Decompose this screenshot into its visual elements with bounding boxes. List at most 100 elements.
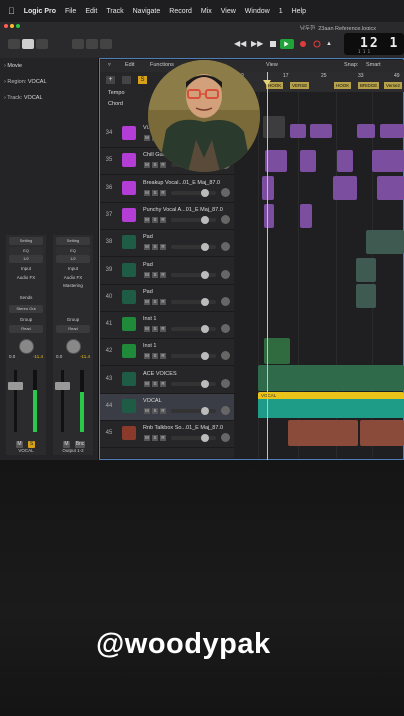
add-track-button[interactable]: +: [106, 76, 115, 84]
snap-value[interactable]: Smart: [366, 62, 381, 68]
close-window-button[interactable]: [4, 24, 8, 28]
mute-button[interactable]: M: [144, 326, 150, 333]
track-volume-slider[interactable]: [171, 379, 216, 388]
rewind-icon[interactable]: ◀◀: [234, 39, 246, 49]
track-icon[interactable]: [122, 289, 136, 304]
view-menu[interactable]: View: [266, 62, 278, 68]
inspector-track[interactable]: › Track: VOCAL: [4, 95, 43, 101]
track-header[interactable]: 37 Punchy Vocal A...01_E Maj_87.0 M S R: [100, 203, 234, 230]
track-icon[interactable]: [122, 344, 136, 359]
track-name[interactable]: Pad: [143, 262, 153, 268]
track-icon[interactable]: [122, 153, 136, 168]
audio-region[interactable]: [258, 365, 404, 391]
mute-button[interactable]: M: [144, 435, 150, 442]
audio-region[interactable]: [357, 124, 375, 138]
solo-button[interactable]: S: [28, 441, 35, 448]
marker[interactable]: Verse2: [384, 82, 403, 89]
play-icon[interactable]: [280, 39, 294, 49]
record-enable-button[interactable]: R: [160, 298, 166, 305]
mute-button[interactable]: M: [144, 162, 150, 169]
record-icon[interactable]: [297, 39, 309, 49]
filter-icon[interactable]: ▿: [108, 62, 111, 68]
record-enable-button[interactable]: R: [160, 216, 166, 223]
track-volume-slider[interactable]: [171, 215, 216, 224]
volume-knob[interactable]: [201, 297, 209, 306]
stop-icon[interactable]: [267, 39, 279, 49]
volume-knob[interactable]: [201, 270, 209, 279]
menu-logic-pro[interactable]: Logic Pro: [24, 8, 56, 15]
track-name[interactable]: ACE VOICES: [143, 371, 177, 377]
menu-1[interactable]: 1: [279, 8, 283, 15]
marker[interactable]: HOOK: [334, 82, 352, 89]
audio-fx-label[interactable]: Audio FX: [6, 275, 46, 280]
volume-fader-cap[interactable]: [8, 382, 23, 390]
midi-region[interactable]: [356, 284, 376, 308]
track-name[interactable]: Pad: [143, 234, 153, 240]
track-pan-knob[interactable]: [221, 269, 230, 279]
mute-button[interactable]: M: [144, 189, 150, 196]
audio-region[interactable]: [262, 176, 274, 200]
solo-button[interactable]: S: [152, 353, 158, 360]
inspector-movie[interactable]: › Movie: [4, 63, 22, 69]
lcd-display[interactable]: 12 1 1 1 1: [344, 33, 404, 55]
sends-label[interactable]: Sends: [6, 295, 46, 300]
mute-button[interactable]: M: [144, 244, 150, 251]
mute-button[interactable]: M: [144, 380, 150, 387]
midi-region[interactable]: [366, 230, 404, 254]
output-slot[interactable]: Stereo Out: [9, 305, 43, 313]
record-enable-button[interactable]: R: [160, 244, 166, 251]
solo-global-button[interactable]: S: [138, 76, 147, 84]
track-header[interactable]: 39 Pad M S R: [100, 258, 234, 285]
automation-mode[interactable]: Read: [56, 325, 90, 333]
metronome-icon[interactable]: ▲: [326, 39, 338, 49]
menu-navigate[interactable]: Navigate: [133, 8, 161, 15]
track-header[interactable]: 43 ACE VOICES M S R: [100, 367, 234, 394]
volume-knob[interactable]: [201, 434, 209, 443]
menu-mix[interactable]: Mix: [201, 8, 212, 15]
solo-button[interactable]: S: [152, 162, 158, 169]
track-pan-knob[interactable]: [221, 214, 230, 224]
library-icon[interactable]: [8, 39, 20, 49]
record-enable-button[interactable]: R: [160, 408, 166, 414]
track-pan-knob[interactable]: [221, 351, 230, 361]
audio-region[interactable]: [288, 420, 358, 446]
apple-icon[interactable]: : [8, 6, 15, 16]
menu-window[interactable]: Window: [245, 8, 270, 15]
track-volume-slider[interactable]: [171, 434, 216, 443]
audio-region[interactable]: [290, 124, 306, 138]
audio-region[interactable]: [300, 204, 312, 228]
playhead-handle[interactable]: [263, 80, 271, 86]
mute-button[interactable]: M: [144, 271, 150, 278]
zoom-window-button[interactable]: [16, 24, 20, 28]
solo-button[interactable]: S: [152, 326, 158, 333]
menu-file[interactable]: File: [65, 8, 76, 15]
track-icon[interactable]: [122, 317, 136, 332]
volume-knob[interactable]: [201, 325, 209, 334]
track-name[interactable]: Breakup Vocal...01_E Maj_87.0: [143, 180, 220, 186]
track-header[interactable]: 38 Pad M S R: [100, 230, 234, 258]
volume-knob[interactable]: [201, 379, 209, 388]
track-name[interactable]: Inst 1: [143, 316, 156, 322]
solo-button[interactable]: S: [152, 189, 158, 196]
track-volume-slider[interactable]: [171, 297, 216, 306]
solo-button[interactable]: S: [152, 216, 158, 223]
track-volume-slider[interactable]: [171, 325, 216, 334]
chord-track-label[interactable]: Chord: [108, 101, 123, 107]
mute-button[interactable]: M: [63, 441, 70, 448]
pan-knob[interactable]: [19, 339, 34, 354]
record-enable-button[interactable]: R: [160, 189, 166, 196]
solo-button[interactable]: S: [152, 380, 158, 387]
inspector-icon[interactable]: [22, 39, 34, 49]
menu-edit[interactable]: Edit: [85, 8, 97, 15]
track-pan-knob[interactable]: [221, 378, 230, 388]
audio-region[interactable]: [333, 176, 357, 200]
track-volume-slider[interactable]: [171, 407, 216, 415]
record-enable-button[interactable]: R: [160, 353, 166, 360]
volume-knob[interactable]: [201, 243, 209, 252]
input-slot[interactable]: 1/2: [9, 255, 43, 263]
audio-region[interactable]: [310, 124, 332, 138]
track-header[interactable]: 45 Rnb Talkbox So...01_E Maj_87.0 M S R: [100, 421, 234, 449]
volume-fader-track[interactable]: [8, 370, 23, 432]
audio-fx-label[interactable]: Audio FX: [53, 275, 93, 280]
volume-knob[interactable]: [201, 215, 209, 224]
